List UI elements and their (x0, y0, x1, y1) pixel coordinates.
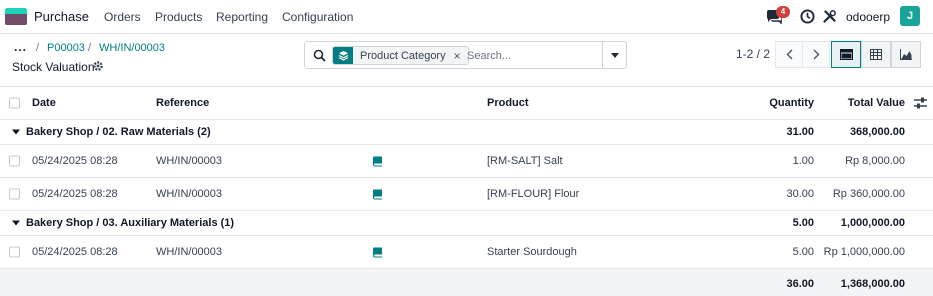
cell-date: 05/24/2025 08:28 (32, 188, 118, 200)
menu-orders[interactable]: Orders (104, 10, 141, 24)
table-row[interactable]: 05/24/2025 08:28 WH/IN/00003 [RM-SALT] S… (0, 145, 933, 178)
purchase-app-icon[interactable] (5, 8, 27, 25)
chat-badge: 4 (776, 6, 790, 18)
group-total: 368,000.00 (849, 126, 905, 138)
menu-configuration[interactable]: Configuration (282, 10, 353, 24)
view-graph-button[interactable] (891, 41, 921, 68)
row-checkbox[interactable] (9, 188, 20, 200)
tools-icon[interactable] (822, 9, 837, 24)
cell-product: Starter Sourdough (487, 246, 577, 258)
cell-total-value: Rp 360,000.00 (832, 188, 905, 200)
search-input[interactable] (467, 46, 597, 65)
column-header-reference[interactable]: Reference (156, 97, 209, 109)
group-label: Bakery Shop / 02. Raw Materials (2) (26, 126, 211, 138)
gear-icon[interactable] (92, 60, 104, 72)
breadcrumb-separator: / (88, 42, 92, 54)
group-label: Bakery Shop / 03. Auxiliary Materials (1… (26, 217, 235, 229)
group-quantity: 31.00 (786, 126, 814, 138)
caret-down-icon (12, 129, 20, 135)
search-bar[interactable]: Product Category × (304, 41, 627, 69)
clock-icon[interactable] (800, 9, 815, 24)
pivot-view-icon (870, 49, 882, 60)
group-quantity: 5.00 (792, 217, 814, 229)
breadcrumb-receipt[interactable]: WH/IN/00003 (99, 42, 165, 54)
cell-product: [RM-FLOUR] Flour (487, 188, 580, 200)
facet-label: Product Category (360, 49, 446, 62)
view-pivot-button[interactable] (861, 41, 891, 68)
menu-reporting[interactable]: Reporting (216, 10, 268, 24)
column-header-date[interactable]: Date (32, 97, 56, 109)
menu-products[interactable]: Products (155, 10, 202, 24)
database-name[interactable]: odooerp (846, 10, 890, 24)
chevron-right-icon (813, 49, 819, 60)
app-name[interactable]: Purchase (34, 9, 89, 24)
footer-total: 1,368,000.00 (840, 278, 905, 290)
chevron-left-icon (786, 49, 792, 60)
cell-total-value: Rp 8,000.00 (845, 155, 905, 167)
page-title: Stock Valuation (12, 60, 95, 74)
top-navbar: Purchase Orders Products Reporting Confi… (0, 0, 933, 34)
caret-down-icon (610, 52, 619, 58)
book-icon[interactable] (372, 156, 383, 167)
cell-date: 05/24/2025 08:28 (32, 246, 118, 258)
column-header-quantity[interactable]: Quantity (769, 97, 814, 109)
cell-reference: WH/IN/00003 (156, 246, 223, 258)
breadcrumb-more[interactable]: ... (14, 40, 27, 54)
column-header-total-value[interactable]: Total Value (848, 97, 905, 109)
cell-reference: WH/IN/00003 (156, 188, 223, 200)
group-row[interactable]: Bakery Shop / 03. Auxiliary Materials (1… (0, 211, 933, 236)
breadcrumb-po[interactable]: P00003 (47, 42, 85, 54)
layers-icon (333, 47, 353, 64)
pager-value[interactable]: 1-2 / 2 (736, 47, 770, 61)
list-footer: 36.00 1,368,000.00 (0, 269, 933, 296)
cell-reference: WH/IN/00003 (156, 155, 223, 167)
cell-quantity: 30.00 (786, 188, 814, 200)
book-icon[interactable] (372, 189, 383, 200)
cell-product: [RM-SALT] Salt (487, 155, 563, 167)
group-row[interactable]: Bakery Shop / 02. Raw Materials (2) 31.0… (0, 120, 933, 145)
list-view-icon (839, 49, 853, 60)
group-total: 1,000,000.00 (840, 217, 905, 229)
pager-previous-button[interactable] (775, 41, 803, 68)
graph-view-icon (900, 49, 912, 60)
table-row[interactable]: 05/24/2025 08:28 WH/IN/00003 [RM-FLOUR] … (0, 178, 933, 211)
caret-down-icon (12, 220, 20, 226)
view-list-button[interactable] (831, 41, 861, 68)
book-icon[interactable] (372, 247, 383, 258)
cell-quantity: 5.00 (792, 246, 814, 258)
search-facet: Product Category × (332, 46, 469, 65)
cell-quantity: 1.00 (792, 155, 814, 167)
search-options-toggle[interactable] (602, 42, 626, 68)
facet-remove-icon[interactable]: × (454, 49, 468, 63)
list-header: Date Reference Product Quantity Total Va… (0, 86, 933, 120)
select-all-checkbox[interactable] (9, 97, 20, 109)
breadcrumb-separator: / (36, 42, 40, 54)
column-header-product[interactable]: Product (487, 97, 529, 109)
table-row[interactable]: 05/24/2025 08:28 WH/IN/00003 Starter Sou… (0, 236, 933, 269)
cell-date: 05/24/2025 08:28 (32, 155, 118, 167)
pager-next-button[interactable] (802, 41, 830, 68)
search-icon[interactable] (313, 49, 326, 62)
row-checkbox[interactable] (9, 246, 20, 258)
user-avatar[interactable]: J (900, 6, 920, 26)
cell-total-value: Rp 1,000,000.00 (823, 246, 905, 258)
footer-quantity: 36.00 (786, 278, 814, 290)
optional-columns-icon[interactable] (914, 97, 927, 109)
row-checkbox[interactable] (9, 155, 20, 167)
